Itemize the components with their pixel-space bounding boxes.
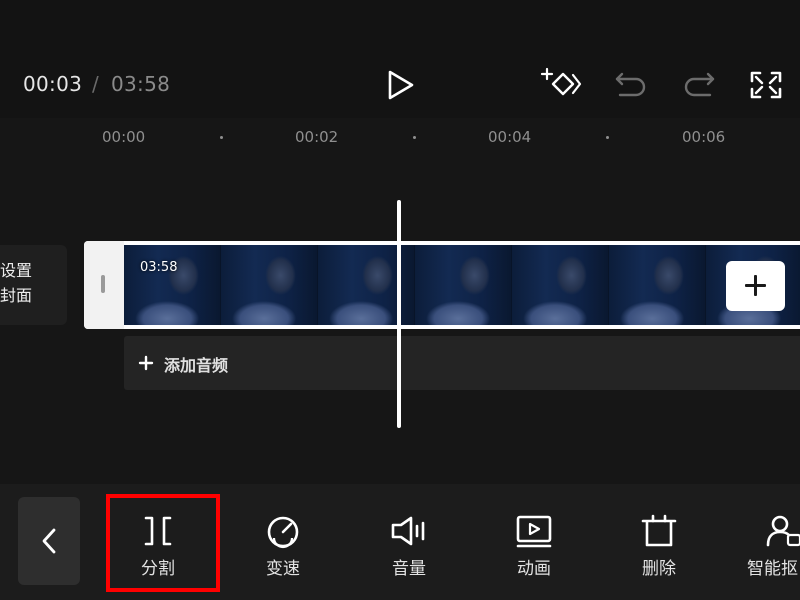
handle-grip bbox=[101, 275, 105, 293]
clip-frame bbox=[221, 245, 318, 325]
clip-frame bbox=[512, 245, 609, 325]
undo-button[interactable] bbox=[612, 66, 652, 104]
split-tool[interactable]: 分割 bbox=[103, 484, 213, 600]
plus-icon-stroke bbox=[754, 275, 757, 296]
time-separator: / bbox=[92, 72, 99, 96]
ruler-tick bbox=[413, 136, 416, 139]
cover-label-line2: 封面 bbox=[0, 286, 33, 305]
split-label: 分割 bbox=[141, 559, 175, 579]
split-icon bbox=[144, 516, 172, 546]
time-ruler: 00:00 00:02 00:04 00:06 bbox=[0, 118, 800, 158]
play-icon bbox=[388, 70, 414, 100]
volume-icon bbox=[391, 516, 425, 546]
speed-label: 变速 bbox=[266, 559, 300, 579]
clip-frame bbox=[609, 245, 706, 325]
playhead[interactable] bbox=[397, 200, 401, 428]
redo-button[interactable] bbox=[678, 66, 718, 104]
fullscreen-button[interactable] bbox=[746, 66, 786, 104]
animation-tool[interactable]: 动画 bbox=[479, 484, 589, 600]
redo-icon bbox=[684, 72, 715, 97]
add-keyframe-button[interactable] bbox=[540, 66, 582, 104]
ruler-label: 00:00 bbox=[102, 128, 146, 146]
edit-toolbar: 分割 变速 音量 动画 删除 智能抠 bbox=[0, 484, 800, 600]
animation-label: 动画 bbox=[517, 559, 551, 579]
play-button[interactable] bbox=[382, 67, 420, 103]
cover-label-line1: 设置 bbox=[0, 261, 33, 280]
animation-icon bbox=[516, 515, 552, 548]
add-clip-button[interactable] bbox=[726, 261, 785, 311]
back-button[interactable] bbox=[18, 497, 80, 585]
delete-label: 删除 bbox=[642, 559, 676, 579]
smart-cutout-icon bbox=[766, 515, 800, 547]
undo-icon bbox=[615, 72, 646, 97]
video-clip[interactable]: 03:58 bbox=[84, 241, 800, 329]
total-time: 03:58 bbox=[111, 72, 171, 96]
speed-tool[interactable]: 变速 bbox=[228, 484, 338, 600]
add-audio-label: 添加音频 bbox=[164, 356, 229, 375]
ruler-label: 00:04 bbox=[488, 128, 532, 146]
clip-duration: 03:58 bbox=[140, 260, 178, 275]
playback-bar: 00:03 / 03:58 bbox=[0, 0, 800, 118]
smart-cutout-label: 智能抠 bbox=[747, 559, 798, 579]
current-time: 00:03 bbox=[23, 72, 83, 96]
ruler-label: 00:06 bbox=[682, 128, 726, 146]
ruler-tick bbox=[606, 136, 609, 139]
smart-cutout-tool[interactable]: 智能抠 bbox=[718, 484, 800, 600]
fullscreen-icon bbox=[750, 71, 782, 99]
ruler-tick bbox=[220, 136, 223, 139]
volume-label: 音量 bbox=[392, 559, 426, 579]
clip-frame bbox=[415, 245, 512, 325]
video-editor: 00:03 / 03:58 00:00 00:02 00:04 00:06 设置… bbox=[0, 0, 800, 600]
plus-icon bbox=[138, 355, 154, 371]
volume-tool[interactable]: 音量 bbox=[354, 484, 464, 600]
keyframe-add-icon bbox=[540, 67, 582, 96]
set-cover-button[interactable]: 设置 封面 bbox=[0, 245, 67, 325]
chevron-left-icon bbox=[42, 528, 56, 554]
delete-icon bbox=[641, 514, 677, 547]
speed-icon bbox=[267, 516, 299, 549]
ruler-label: 00:02 bbox=[295, 128, 339, 146]
add-audio-button[interactable]: 添加音频 bbox=[124, 336, 800, 390]
clip-thumbnails bbox=[124, 245, 800, 325]
delete-tool[interactable]: 删除 bbox=[604, 484, 714, 600]
clip-trim-handle[interactable] bbox=[84, 241, 124, 329]
clip-frame bbox=[124, 245, 221, 325]
